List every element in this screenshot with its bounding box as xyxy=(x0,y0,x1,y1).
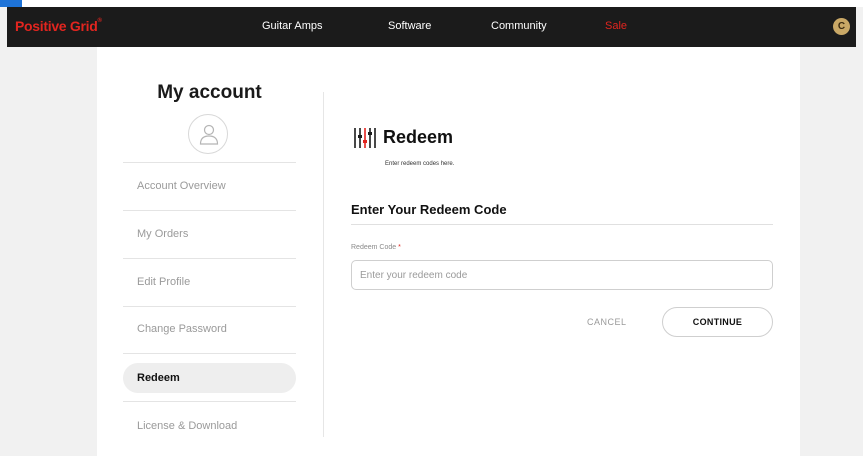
redeem-subtitle: Enter redeem codes here. xyxy=(385,161,455,167)
my-account-title: My account xyxy=(157,82,262,103)
sidebar-item-redeem[interactable]: Redeem xyxy=(123,363,296,393)
sidebar-divider xyxy=(123,210,296,211)
brand-logo-text: Positive Grid xyxy=(15,18,98,34)
cancel-button[interactable]: CANCEL xyxy=(587,317,627,327)
sidebar-item-edit-profile[interactable]: Edit Profile xyxy=(123,267,296,297)
account-sidebar: My account Account Overview My Orders Ed… xyxy=(123,47,296,456)
redeem-icon xyxy=(354,127,376,149)
sidebar-divider xyxy=(123,162,296,163)
nav-software[interactable]: Software xyxy=(388,20,431,32)
profile-avatar xyxy=(188,114,228,154)
browser-top-strip xyxy=(0,0,863,7)
registered-mark: ® xyxy=(97,18,102,24)
user-icon xyxy=(199,124,219,145)
sidebar-divider xyxy=(123,353,296,354)
redeem-code-input[interactable] xyxy=(351,260,773,290)
required-mark: * xyxy=(398,244,401,251)
redeem-code-label-text: Redeem Code xyxy=(351,244,397,251)
sidebar-item-account-overview[interactable]: Account Overview xyxy=(123,171,296,201)
sidebar-divider xyxy=(123,401,296,402)
user-avatar[interactable]: C xyxy=(833,18,850,35)
sidebar-divider xyxy=(123,258,296,259)
sidebar-divider xyxy=(123,306,296,307)
continue-button[interactable]: CONTINUE xyxy=(662,307,773,337)
brand-logo[interactable]: Positive Grid® xyxy=(15,18,102,34)
section-divider xyxy=(351,224,773,225)
blue-accent-corner xyxy=(0,0,22,7)
redeem-title: Redeem xyxy=(383,127,454,147)
redeem-section: Redeem Enter redeem codes here. Enter Yo… xyxy=(351,47,773,456)
sidebar-item-my-orders[interactable]: My Orders xyxy=(123,219,296,249)
section-title: Enter Your Redeem Code xyxy=(351,202,507,217)
top-navbar: Positive Grid® Guitar Amps Software Comm… xyxy=(7,7,856,47)
nav-sale[interactable]: Sale xyxy=(605,20,627,32)
nav-guitar-amps[interactable]: Guitar Amps xyxy=(262,20,323,32)
sidebar-item-change-password[interactable]: Change Password xyxy=(123,314,296,344)
sidebar-item-license-download[interactable]: License & Download xyxy=(123,411,296,441)
account-panel: My account Account Overview My Orders Ed… xyxy=(97,47,800,456)
panel-divider xyxy=(323,92,324,437)
redeem-code-label: Redeem Code * xyxy=(351,244,401,251)
nav-community[interactable]: Community xyxy=(491,20,547,32)
